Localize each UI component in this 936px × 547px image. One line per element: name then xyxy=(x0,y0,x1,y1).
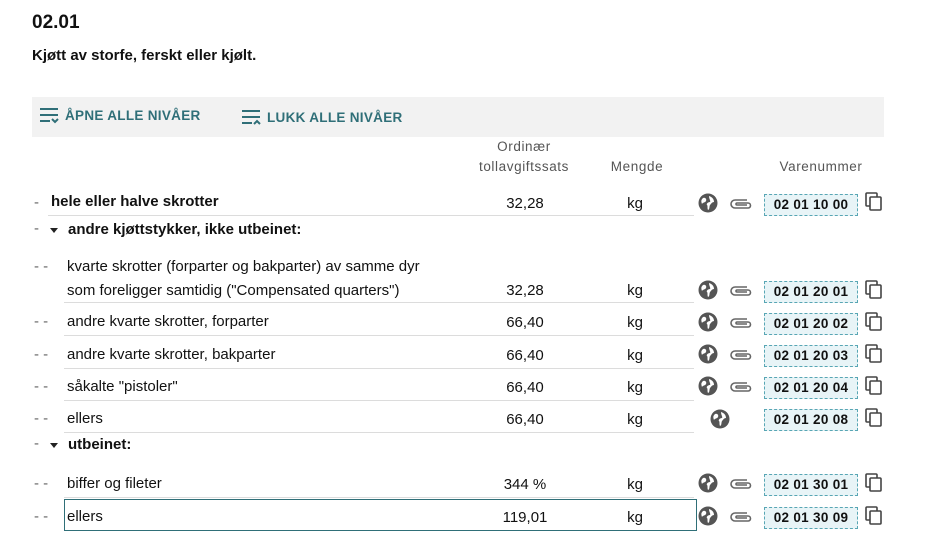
caret-down-icon[interactable] xyxy=(50,228,58,233)
globe-icon[interactable] xyxy=(698,376,718,396)
open-all-levels-label: ÅPNE ALLE NIVÅER xyxy=(65,107,201,123)
unit-column-header: Mengde xyxy=(610,159,664,174)
row-unit: kg xyxy=(627,195,643,212)
globe-icon[interactable] xyxy=(710,409,730,429)
row-description: ellers xyxy=(67,508,103,525)
close-all-levels-button[interactable]: LUKK ALLE NIVÅER xyxy=(241,108,403,126)
row-divider xyxy=(64,400,694,401)
row-divider xyxy=(64,368,694,369)
level-indicator: - - xyxy=(34,378,49,395)
heading-title: Kjøtt av storfe, ferskt eller kjølt. xyxy=(32,47,257,64)
row-unit: kg xyxy=(627,347,643,364)
commodity-code[interactable]: 02 01 20 02 xyxy=(764,313,858,335)
level-indicator: - xyxy=(34,194,39,211)
group-label: utbeinet: xyxy=(68,436,132,453)
row-rate: 66,40 xyxy=(506,379,544,396)
copy-icon[interactable] xyxy=(865,312,883,332)
row-unit: kg xyxy=(627,509,643,526)
code-column-header: Varenummer xyxy=(779,159,863,174)
row-description: hele eller halve skrotter xyxy=(51,193,219,210)
row-unit: kg xyxy=(627,476,643,493)
paperclip-icon[interactable] xyxy=(730,509,752,523)
list-lines-icon xyxy=(241,108,261,126)
row-rate: 66,40 xyxy=(506,314,544,331)
level-indicator: - xyxy=(34,220,39,237)
paperclip-icon[interactable] xyxy=(730,315,752,329)
row-description: andre kvarte skrotter, bakparter xyxy=(67,346,276,363)
globe-icon[interactable] xyxy=(698,312,718,332)
row-rate: 32,28 xyxy=(506,195,544,212)
row-divider xyxy=(64,335,694,336)
level-indicator: - - xyxy=(34,508,49,525)
open-all-levels-button[interactable]: ÅPNE ALLE NIVÅER xyxy=(39,106,201,124)
copy-icon[interactable] xyxy=(865,376,883,396)
paperclip-icon[interactable] xyxy=(730,347,752,361)
paperclip-icon[interactable] xyxy=(730,283,752,297)
copy-icon[interactable] xyxy=(865,280,883,300)
copy-icon[interactable] xyxy=(865,408,883,428)
copy-icon[interactable] xyxy=(865,344,883,364)
commodity-code[interactable]: 02 01 20 04 xyxy=(764,377,858,399)
row-divider xyxy=(64,432,694,433)
row-rate: 66,40 xyxy=(506,347,544,364)
row-description: ellers xyxy=(67,410,103,427)
paperclip-icon[interactable] xyxy=(730,476,752,490)
row-unit: kg xyxy=(627,411,643,428)
row-rate: 32,28 xyxy=(506,282,544,299)
paperclip-icon[interactable] xyxy=(730,196,752,210)
level-indicator: - - xyxy=(34,346,49,363)
row-description: biffer og fileter xyxy=(67,475,162,492)
row-description: som foreligger samtidig ("Compensated qu… xyxy=(67,282,400,299)
globe-icon[interactable] xyxy=(698,506,718,526)
commodity-code[interactable]: 02 01 30 01 xyxy=(764,474,858,496)
globe-icon[interactable] xyxy=(698,193,718,213)
rate-column-header: Ordinær tollavgiftssats xyxy=(464,137,584,177)
row-description-line1: kvarte skrotter (forparter og bakparter)… xyxy=(67,258,420,275)
commodity-code[interactable]: 02 01 30 09 xyxy=(764,507,858,529)
rate-header-line2: tollavgiftssats xyxy=(478,159,570,174)
row-unit: kg xyxy=(627,314,643,331)
level-indicator: - - xyxy=(34,410,49,427)
caret-down-icon[interactable] xyxy=(50,443,58,448)
commodity-code[interactable]: 02 01 20 01 xyxy=(764,281,858,303)
list-lines-icon xyxy=(39,106,59,124)
close-all-levels-label: LUKK ALLE NIVÅER xyxy=(267,109,403,125)
commodity-code[interactable]: 02 01 20 03 xyxy=(764,345,858,367)
paperclip-icon[interactable] xyxy=(730,379,752,393)
row-description: såkalte "pistoler" xyxy=(67,378,178,395)
row-rate: 119,01 xyxy=(502,509,548,526)
row-description: andre kvarte skrotter, forparter xyxy=(67,313,269,330)
globe-icon[interactable] xyxy=(698,473,718,493)
row-divider xyxy=(48,215,694,216)
row-divider xyxy=(64,497,694,498)
rate-header-line1: Ordinær xyxy=(497,139,551,154)
copy-icon[interactable] xyxy=(865,473,883,493)
commodity-code[interactable]: 02 01 10 00 xyxy=(764,194,858,216)
row-rate: 344 % xyxy=(503,476,547,493)
level-indicator: - xyxy=(34,435,39,452)
level-indicator: - - xyxy=(34,313,49,330)
row-divider xyxy=(64,302,694,303)
commodity-code[interactable]: 02 01 20 08 xyxy=(764,409,858,431)
copy-icon[interactable] xyxy=(865,192,883,212)
row-unit: kg xyxy=(627,379,643,396)
row-unit: kg xyxy=(627,282,643,299)
globe-icon[interactable] xyxy=(698,344,718,364)
copy-icon[interactable] xyxy=(865,506,883,526)
group-label: andre kjøttstykker, ikke utbeinet: xyxy=(68,221,302,238)
level-indicator: - - xyxy=(34,475,49,492)
heading-number: 02.01 xyxy=(32,12,80,33)
globe-icon[interactable] xyxy=(698,280,718,300)
row-rate: 66,40 xyxy=(506,411,544,428)
level-indicator: - - xyxy=(34,258,49,275)
toolbar: ÅPNE ALLE NIVÅER LUKK ALLE NIVÅER xyxy=(32,97,884,137)
